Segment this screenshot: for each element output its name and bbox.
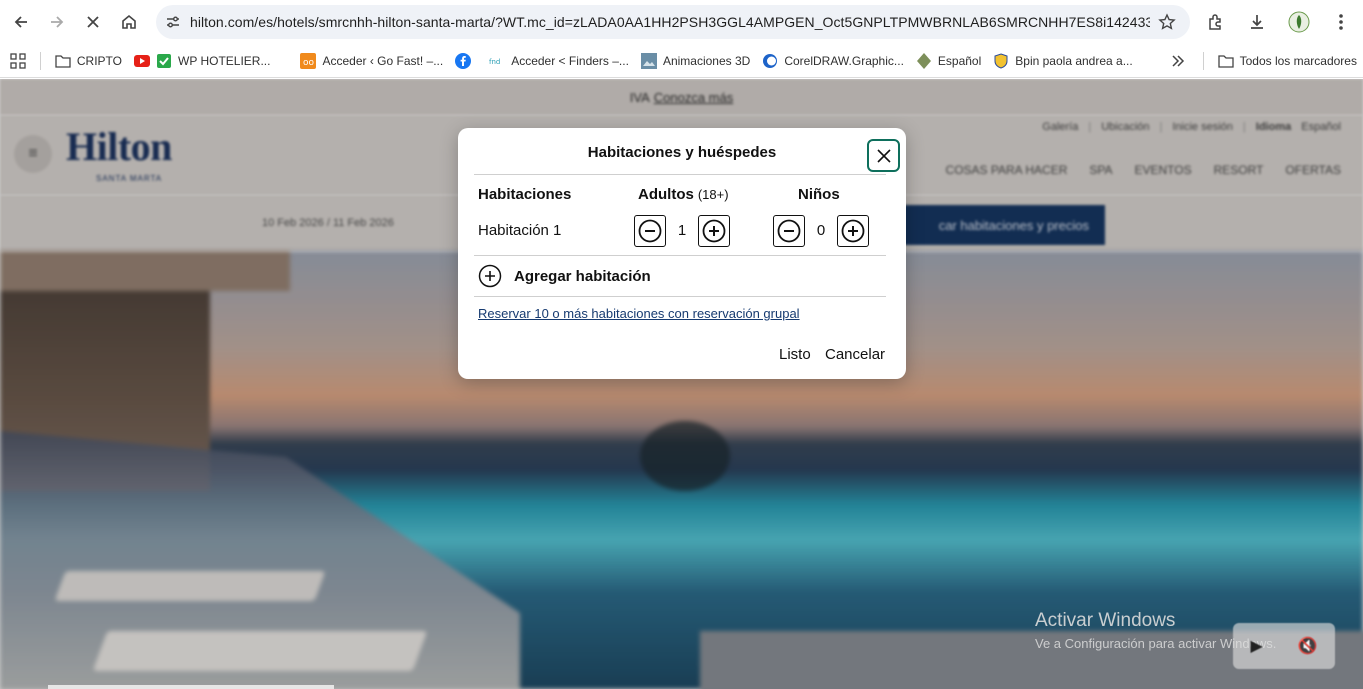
bookmark-finders[interactable]: fnd Acceder < Finders –... (483, 48, 635, 74)
cancel-button[interactable]: Cancelar (825, 346, 885, 363)
dialog-title: Habitaciones y huéspedes (587, 144, 777, 161)
check-icon (156, 53, 172, 69)
room-1-label: Habitación 1 (478, 222, 562, 239)
stop-loading-icon[interactable] (78, 7, 108, 37)
children-decrement-button[interactable] (773, 215, 805, 247)
adults-column-header: Adultos (18+) (638, 186, 729, 203)
more-bookmarks-icon[interactable] (1165, 48, 1191, 74)
plus-circle-icon (478, 264, 502, 288)
svg-text:fnd: fnd (489, 58, 500, 66)
rooms-guests-dialog: Habitaciones y huéspedes Habitaciones Ad… (458, 128, 906, 379)
bookmark-bpin[interactable]: Bpin paola andrea a... (987, 48, 1138, 74)
bookmark-espanol[interactable]: Español (910, 48, 987, 74)
download-icon[interactable] (1241, 6, 1273, 38)
divider (474, 255, 886, 256)
folder-icon (55, 53, 71, 69)
bookmark-label: Acceder ‹ Go Fast! –... (322, 53, 444, 68)
finders-icon: fnd (489, 53, 505, 69)
all-bookmarks[interactable]: Todos los marcadores (1212, 48, 1363, 74)
facebook-icon (455, 52, 472, 69)
adults-decrement-button[interactable] (634, 215, 666, 247)
divider (474, 174, 886, 175)
shield-icon (993, 52, 1009, 69)
svg-text:oo: oo (303, 58, 315, 68)
bookmark-label: Acceder < Finders –... (511, 53, 629, 68)
bookmark-label: Animaciones 3D (662, 53, 751, 68)
browser-toolbar: hilton.com/es/hotels/smrcnhh-hilton-sant… (0, 0, 1363, 44)
minus-circle-icon (638, 219, 662, 243)
bookmark-star-icon[interactable] (1158, 13, 1176, 36)
children-increment-button[interactable] (837, 215, 869, 247)
diamond-icon (916, 52, 932, 69)
bookmarks-divider (40, 51, 41, 70)
mute-icon[interactable]: 🔇 (1298, 636, 1318, 656)
play-icon[interactable]: ▶ (1250, 636, 1262, 656)
toolbar-right (1189, 6, 1363, 38)
minus-circle-icon (777, 219, 801, 243)
adults-increment-button[interactable] (698, 215, 730, 247)
site-icon: oo (300, 52, 317, 69)
page-scroll-indicator (48, 685, 334, 689)
address-bar[interactable]: hilton.com/es/hotels/smrcnhh-hilton-sant… (156, 5, 1190, 39)
divider (474, 296, 886, 297)
back-arrow-icon[interactable] (6, 7, 36, 37)
plus-circle-icon (702, 219, 726, 243)
adults-count: 1 (677, 222, 687, 239)
children-column-header: Niños (798, 186, 840, 203)
forward-arrow-icon[interactable] (42, 7, 72, 37)
add-room-button[interactable]: Agregar habitación (478, 264, 651, 288)
corel-icon (762, 53, 778, 69)
bookmarks-divider (1202, 51, 1204, 70)
bookmark-label: WP HOTELIER... (178, 53, 271, 68)
youtube-icon (134, 53, 151, 69)
bookmark-wp-hotelier[interactable]: WP HOTELIER... (128, 48, 276, 74)
profile-avatar-icon[interactable] (1283, 6, 1315, 38)
video-controls: ▶ 🔇 (1233, 623, 1335, 669)
close-icon (876, 148, 891, 163)
bookmark-label: CorelDRAW.Graphic... (784, 53, 904, 68)
rooms-column-header: Habitaciones (478, 186, 572, 203)
url-text[interactable]: hilton.com/es/hotels/smrcnhh-hilton-sant… (190, 14, 1150, 30)
close-button[interactable] (867, 139, 900, 172)
done-button[interactable]: Listo (779, 346, 811, 363)
home-icon[interactable] (114, 7, 144, 37)
menu-dots-icon[interactable] (1325, 6, 1357, 38)
extensions-icon[interactable] (1199, 6, 1231, 38)
bookmark-coreldraw[interactable]: CorelDRAW.Graphic... (756, 48, 910, 74)
bookmark-label: Bpin paola andrea a... (1015, 53, 1133, 68)
bookmark-label: CRIPTO (76, 53, 123, 68)
bookmark-facebook[interactable] (449, 48, 483, 74)
all-bookmarks-label: Todos los marcadores (1239, 53, 1357, 68)
activate-windows-title: Activar Windows (1035, 610, 1176, 631)
bookmarks-bar: CRIPTO WP HOTELIER... oo Acceder ‹ Go Fa… (0, 44, 1363, 78)
adults-label: Adultos (638, 186, 694, 203)
bookmark-cripto[interactable]: CRIPTO (49, 48, 128, 74)
adults-age-hint: (18+) (697, 187, 729, 202)
site-settings-icon[interactable] (156, 5, 190, 39)
children-count: 0 (816, 222, 826, 239)
bookmark-go-fast[interactable]: oo Acceder ‹ Go Fast! –... (294, 48, 449, 74)
bookmark-label: Español (937, 53, 982, 68)
group-booking-link[interactable]: Reservar 10 o más habitaciones con reser… (478, 306, 800, 321)
folder-icon (1217, 53, 1234, 69)
image-icon (640, 52, 657, 69)
add-room-label: Agregar habitación (514, 267, 651, 285)
apps-grid-icon[interactable] (0, 48, 32, 74)
plus-circle-icon (841, 219, 865, 243)
bookmark-animaciones[interactable]: Animaciones 3D (635, 48, 756, 74)
